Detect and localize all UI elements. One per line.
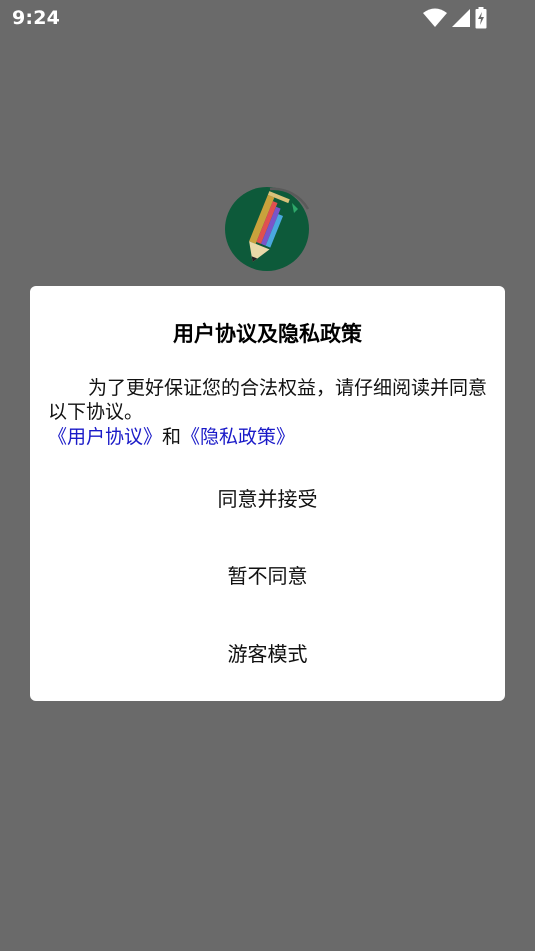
agreement-links: 《用户协议》和《隐私政策》 — [48, 425, 488, 449]
status-time: 9:24 — [12, 7, 61, 29]
privacy-policy-link[interactable]: 《隐私政策》 — [181, 426, 295, 448]
status-bar: 9:24 — [0, 0, 535, 36]
user-agreement-link[interactable]: 《用户协议》 — [48, 426, 162, 448]
dialog-body-text: 为了更好保证您的合法权益，请仔细阅读并同意以下协议。 — [48, 377, 488, 423]
conjunction-text: 和 — [162, 426, 182, 448]
wifi-icon — [423, 8, 447, 27]
battery-charging-icon — [475, 7, 487, 29]
disagree-button[interactable]: 暂不同意 — [30, 560, 505, 589]
dialog-title: 用户协议及隐私政策 — [173, 322, 362, 346]
agreement-dialog: 用户协议及隐私政策 为了更好保证您的合法权益，请仔细阅读并同意以下协议。 《用户… — [30, 286, 505, 701]
guest-mode-button[interactable]: 游客模式 — [30, 638, 505, 667]
signal-icon — [452, 9, 470, 27]
agree-button[interactable]: 同意并接受 — [30, 483, 505, 512]
app-logo — [225, 187, 310, 271]
